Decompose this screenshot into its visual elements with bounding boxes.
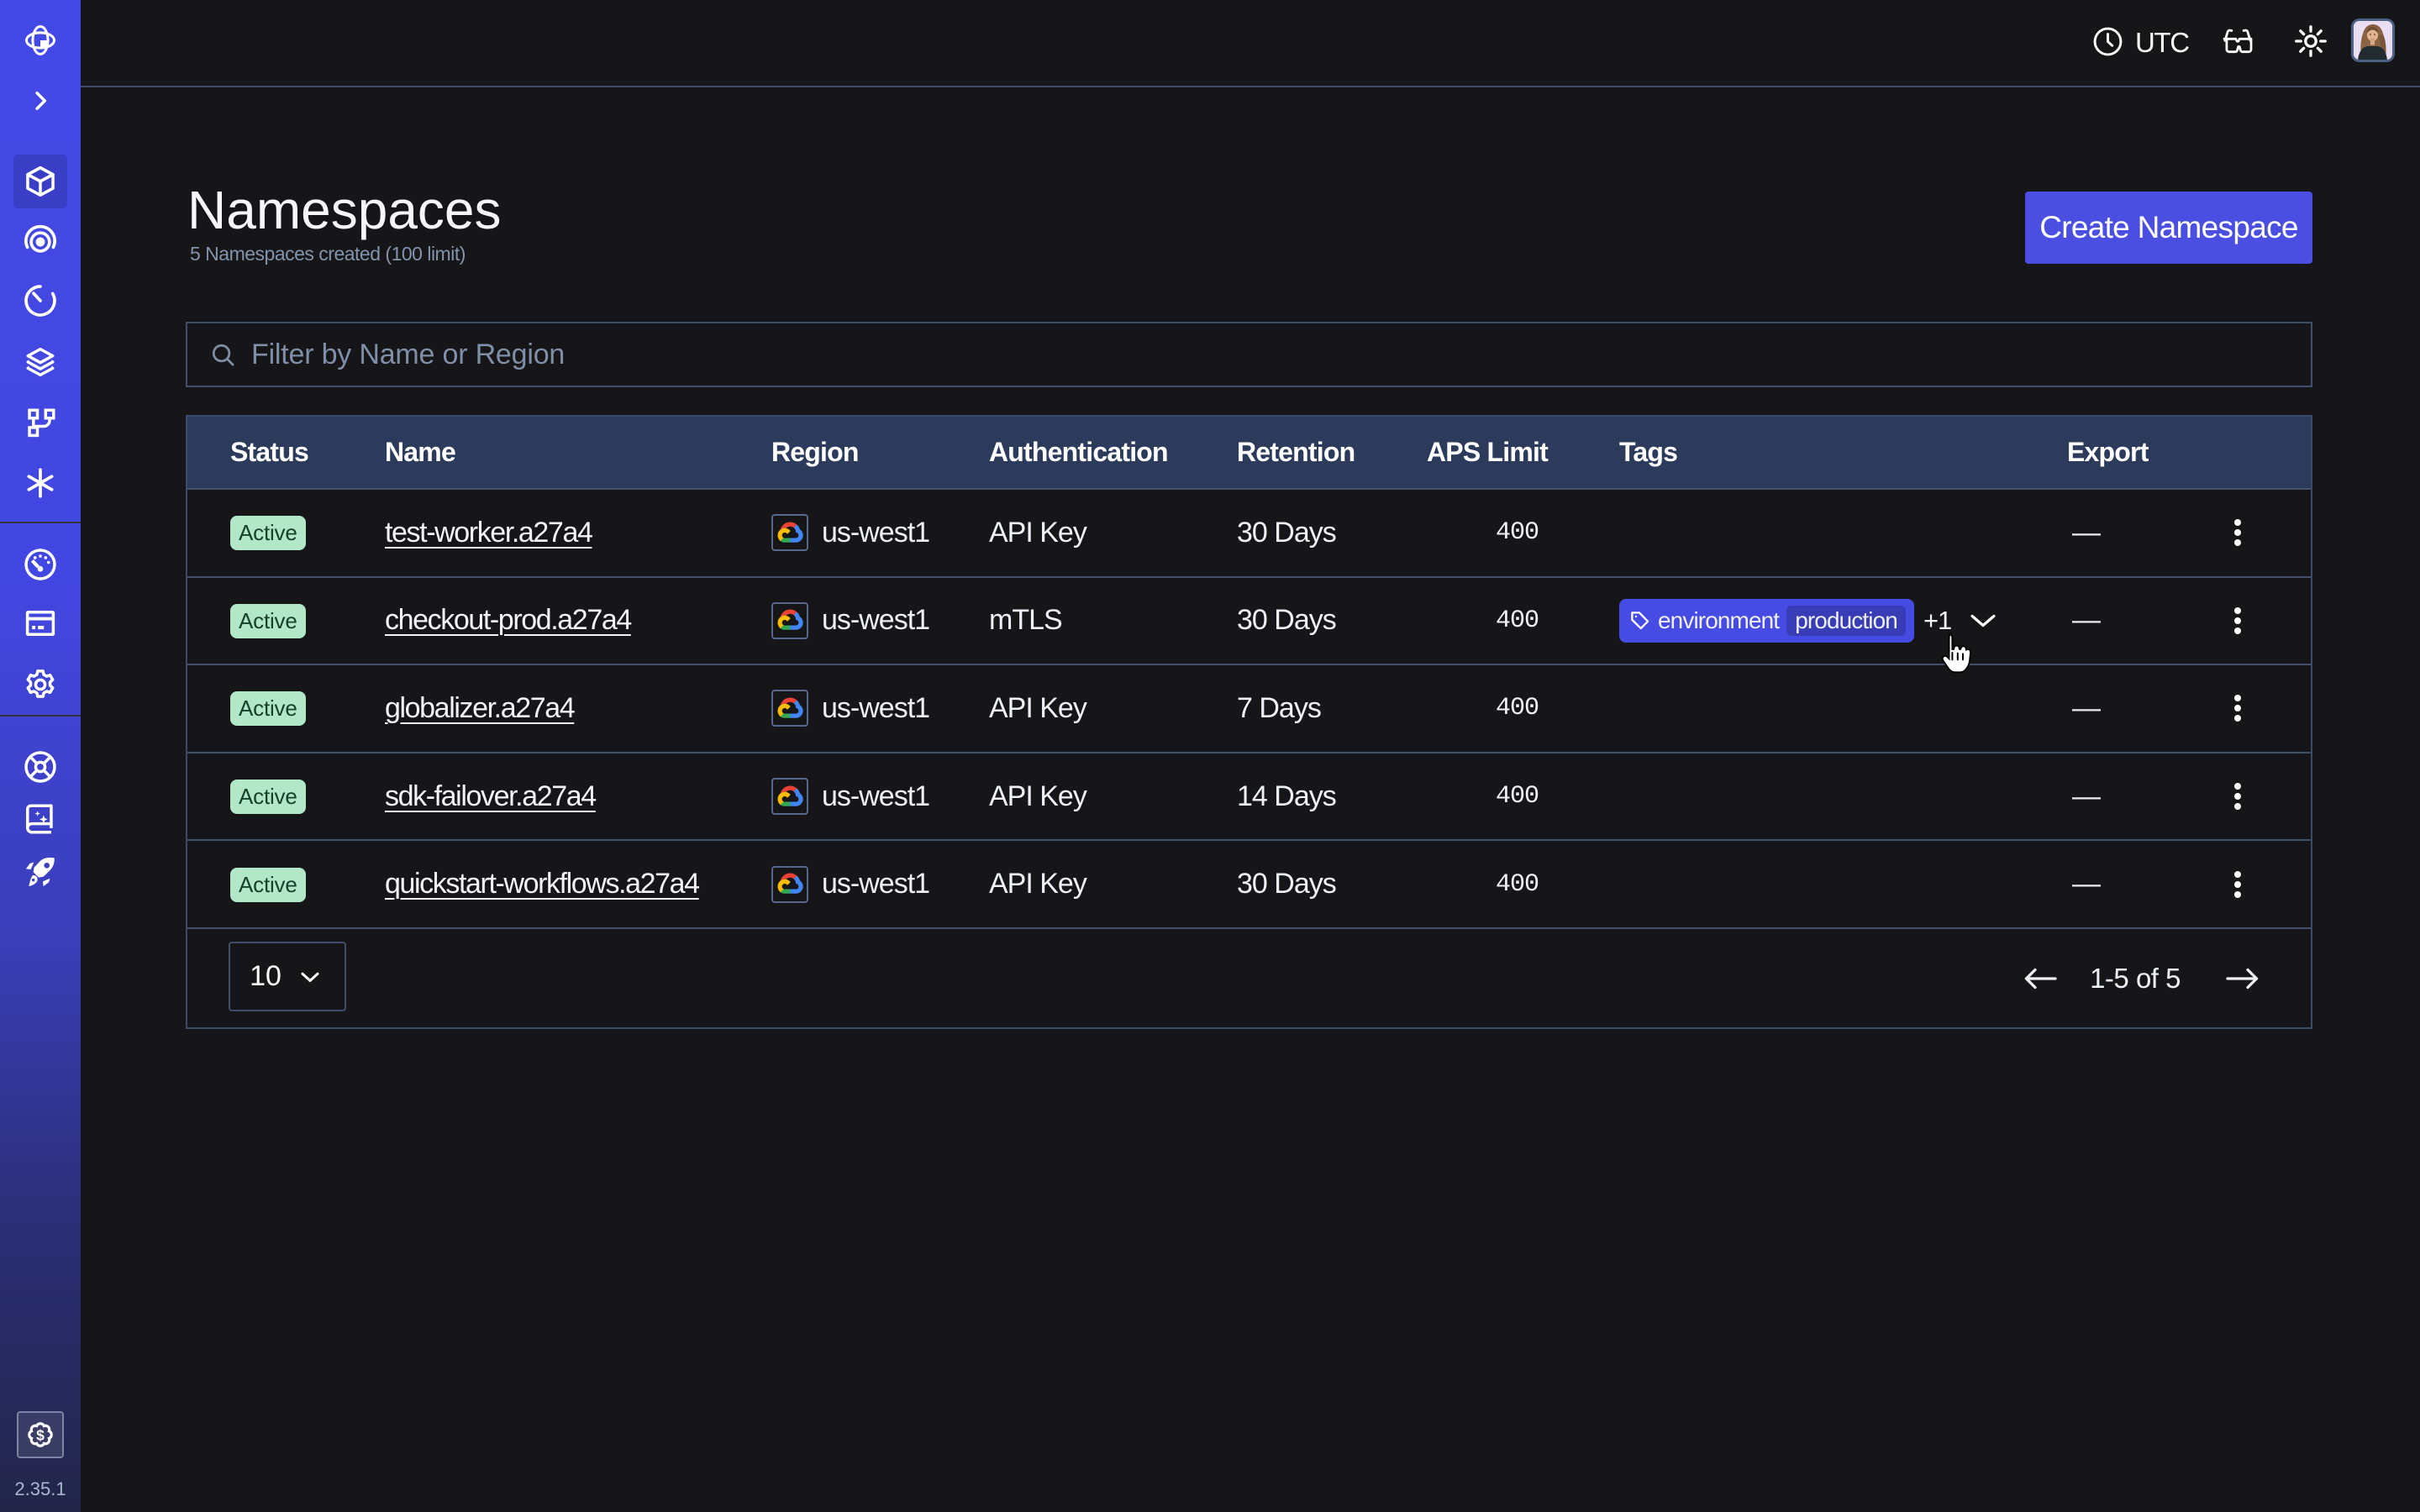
svg-text:$: $: [36, 1426, 45, 1443]
